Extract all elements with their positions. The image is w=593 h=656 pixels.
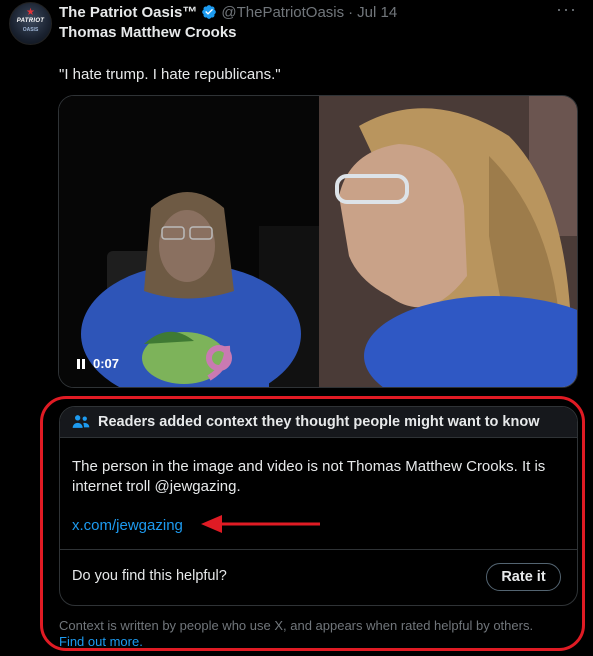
footer-text: Context is written by people who use X, …: [59, 618, 534, 633]
helpful-question: Do you find this helpful?: [72, 568, 227, 584]
avatar-text: PATRIOT: [16, 18, 45, 24]
handle[interactable]: @ThePatriotOasis: [221, 4, 344, 21]
video-left-illustration: [59, 96, 319, 387]
subject-name: Thomas Matthew Crooks: [59, 24, 237, 41]
display-name[interactable]: The Patriot Oasis™: [59, 4, 197, 21]
video-controls[interactable]: 0:07: [75, 356, 119, 371]
avatar-subtext: OASIS: [22, 27, 39, 33]
rate-it-button[interactable]: Rate it: [486, 563, 561, 591]
video-right-frame: [319, 96, 577, 387]
community-note: Readers added context they thought peopl…: [59, 406, 578, 606]
video-media[interactable]: 0:07: [58, 95, 578, 388]
avatar[interactable]: ★ PATRIOT OASIS: [9, 2, 52, 45]
video-time: 0:07: [93, 356, 120, 371]
community-note-title: Readers added context they thought peopl…: [98, 414, 540, 430]
pause-icon[interactable]: [75, 358, 87, 370]
tweet-text: "I hate trump. I hate republicans.": [59, 66, 281, 83]
people-icon: [72, 415, 90, 428]
verified-badge-icon: [202, 5, 217, 19]
avatar-star-icon: ★: [26, 7, 35, 18]
video-right-illustration: [319, 96, 577, 387]
separator-dot: ·: [348, 3, 354, 21]
find-out-more-link[interactable]: Find out more.: [59, 634, 143, 649]
video-left-frame: 0:07: [59, 96, 319, 387]
community-note-body: The person in the image and video is not…: [72, 458, 546, 495]
divider: [60, 549, 577, 550]
community-note-link[interactable]: x.com/jewgazing: [72, 517, 183, 534]
post-date[interactable]: Jul 14: [357, 4, 397, 21]
more-icon[interactable]: ···: [556, 0, 576, 22]
community-note-footer: Context is written by people who use X, …: [59, 618, 559, 650]
community-note-header: Readers added context they thought peopl…: [60, 407, 577, 438]
tweet-header: The Patriot Oasis™ @ThePatriotOasis · Ju…: [59, 2, 397, 22]
